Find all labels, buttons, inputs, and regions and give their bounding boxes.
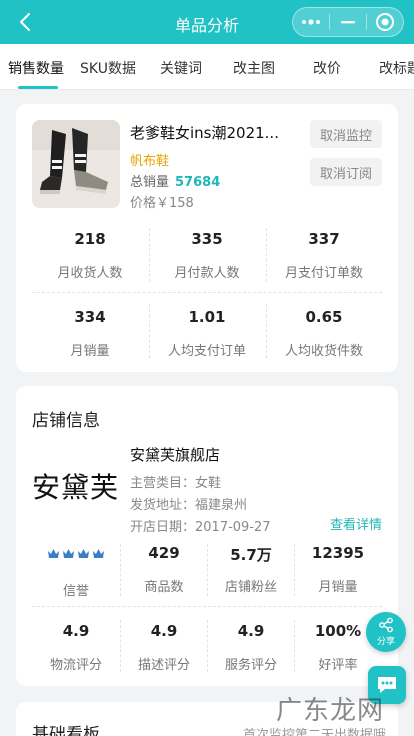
metric-label: 人均支付订单 [167,344,246,359]
stat-label: 信誉 [62,584,89,599]
metric-item: 1.01 人均支付订单 [149,308,265,359]
stat-value: 429 [148,544,180,562]
share-label: 分享 [376,637,395,647]
divider [120,620,121,672]
score-value: 4.9 [150,622,178,640]
divider [266,304,267,358]
cancel-subscribe-button[interactable]: 取消订阅 [310,158,382,186]
score-item: 4.9 描述评分 [120,622,208,673]
section-title: 基础看板 [32,725,100,736]
close-button[interactable] [367,8,403,36]
target-close-icon [375,13,394,31]
metric-value: 218 [74,230,106,248]
divider [294,620,295,672]
shop-category: 主营类目：女鞋 [130,476,222,491]
stat-item: 5.7万 店铺粉丝 [207,544,295,595]
crown-icon [93,549,104,558]
metric-label: 月支付订单数 [284,266,363,281]
score-label: 描述评分 [137,658,190,673]
shop-open-date: 开店日期：2017-09-27 [130,520,271,535]
metric-label: 月收货人数 [57,266,123,281]
more-button[interactable] [293,8,329,36]
crown-icon [63,549,74,558]
cancel-monitor-button[interactable]: 取消监控 [310,120,382,148]
metric-item: 334 月销量 [32,308,148,359]
divider [149,228,150,282]
score-value: 4.9 [62,622,90,640]
stat-label: 商品数 [144,580,184,595]
tab-main-image[interactable]: 改主图 [233,58,275,78]
metric-item: 337 月支付订单数 [266,230,382,281]
share-icon [379,617,393,633]
nav-bar: 单品分析 [0,0,414,44]
divider [32,606,382,607]
shop-address: 发货地址：福建泉州 [130,498,248,513]
reputation-stat: 信誉 [32,544,120,599]
share-button[interactable]: 分享 [366,612,406,652]
metric-value: 1.01 [188,308,226,326]
metric-item: 0.65 人均收货件数 [266,308,382,359]
metric-value: 337 [308,230,340,248]
stat-item: 429 商品数 [120,544,208,595]
score-value: 4.9 [237,622,265,640]
metric-value: 335 [191,230,223,248]
total-sales-label: 总销量 [130,175,170,190]
product-image[interactable] [32,120,120,208]
metric-label: 月付款人数 [174,266,240,281]
tab-price[interactable]: 改价 [313,58,341,78]
divider [294,544,295,596]
tab-keywords[interactable]: 关键词 [160,58,202,78]
divider [266,228,267,282]
shop-logo: 安黛芙 [32,471,120,504]
divider [207,544,208,596]
score-item: 4.9 物流评分 [32,622,120,673]
minimize-button[interactable] [330,8,366,36]
active-tab-indicator [18,86,58,89]
metric-item: 218 月收货人数 [32,230,148,281]
metric-value: 334 [74,308,106,326]
divider [120,544,121,596]
metric-label: 人均收货件数 [284,344,363,359]
crown-icon [78,549,89,558]
stat-value: 5.7万 [230,546,272,564]
tab-title[interactable]: 改标题 [379,58,414,78]
mini-program-capsule [292,7,404,37]
section-title: 店铺信息 [32,411,100,431]
stat-item: 12395 月销量 [294,544,382,595]
tab-sales[interactable]: 销售数量 [8,58,64,78]
crown-icon [48,549,59,558]
stat-label: 月销量 [318,580,358,595]
metric-value: 0.65 [305,308,343,326]
minus-icon [340,21,355,24]
view-details-link[interactable]: 查看详情 [330,514,382,533]
score-item: 4.9 服务评分 [207,622,295,673]
watermark: 广东龙网 [276,696,385,726]
shop-card: 店铺信息 安黛芙 安黛芙旗舰店 主营类目：女鞋 发货地址：福建泉州 开店日期：2… [16,386,398,686]
tab-bar: 销售数量 SKU数据 关键词 改主图 改价 改标题 [0,44,414,90]
tab-sku[interactable]: SKU数据 [80,58,136,78]
divider [207,620,208,672]
stat-label: 店铺粉丝 [224,580,277,595]
divider [149,304,150,358]
metric-label: 月销量 [70,344,110,359]
shop-name[interactable]: 安黛芙旗舰店 [130,444,220,465]
total-sales-value: 57684 [175,175,221,190]
product-title[interactable]: 老爹鞋女ins潮2021... [130,122,298,143]
score-label: 服务评分 [224,658,277,673]
product-price: 价格￥158 [130,196,194,211]
divider [32,292,382,293]
product-card: 老爹鞋女ins潮2021... 帆布鞋 总销量 57684 价格￥158 取消监控… [16,104,398,372]
total-sales: 总销量 57684 [130,171,220,190]
score-label: 物流评分 [49,658,102,673]
more-dots-icon [302,19,320,25]
stat-value: 12395 [311,544,365,562]
product-tag: 帆布鞋 [130,154,170,169]
reputation-crowns [47,548,105,568]
metric-item: 335 月付款人数 [149,230,265,281]
